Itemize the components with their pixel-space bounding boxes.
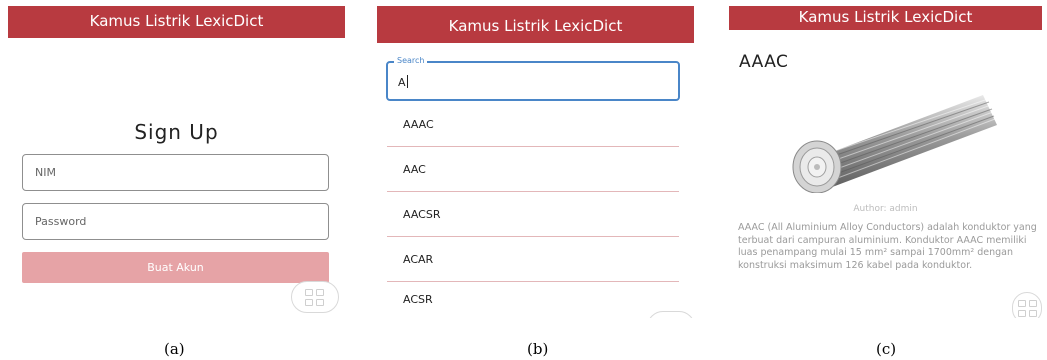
signup-screen: Kamus Listrik LexicDict Sign Up NIM Pass… — [8, 6, 345, 318]
caption-b: (b) — [527, 340, 549, 358]
create-account-button[interactable]: Buat Akun — [22, 252, 329, 283]
list-item[interactable]: AAC — [387, 147, 679, 192]
caption-a: (a) — [164, 340, 185, 358]
page-title: Sign Up — [134, 120, 219, 144]
menu-fab[interactable] — [291, 281, 339, 313]
list-item[interactable]: ACAR — [387, 237, 679, 282]
search-input[interactable]: Search A — [386, 56, 680, 101]
detail-screen: Kamus Listrik LexicDict AAAC Author: adm… — [729, 6, 1042, 318]
search-screen: Kamus Listrik LexicDict Search A AAAC AA… — [377, 6, 694, 318]
grid-icon — [1018, 300, 1038, 318]
app-bar-title: Kamus Listrik LexicDict — [377, 6, 694, 43]
search-label: Search — [394, 56, 428, 66]
term-description: AAAC (All Aluminium Alloy Conductors) ad… — [738, 222, 1037, 271]
menu-fab[interactable] — [1012, 292, 1042, 318]
grid-icon — [305, 289, 325, 307]
list-item[interactable]: AACSR — [387, 192, 679, 237]
list-item[interactable]: AAAC — [387, 102, 679, 147]
caption-c: (c) — [876, 340, 897, 358]
term-title: AAAC — [739, 52, 789, 72]
app-bar-title: Kamus Listrik LexicDict — [8, 6, 345, 38]
app-bar-title: Kamus Listrik LexicDict — [729, 6, 1042, 30]
author-label: Author: admin — [853, 204, 918, 214]
search-value: A — [398, 75, 408, 89]
password-field[interactable]: Password — [22, 203, 329, 240]
list-item[interactable]: ACSR — [387, 282, 679, 318]
nim-field[interactable]: NIM — [22, 154, 329, 191]
aluminium-cable-image — [783, 85, 1002, 194]
